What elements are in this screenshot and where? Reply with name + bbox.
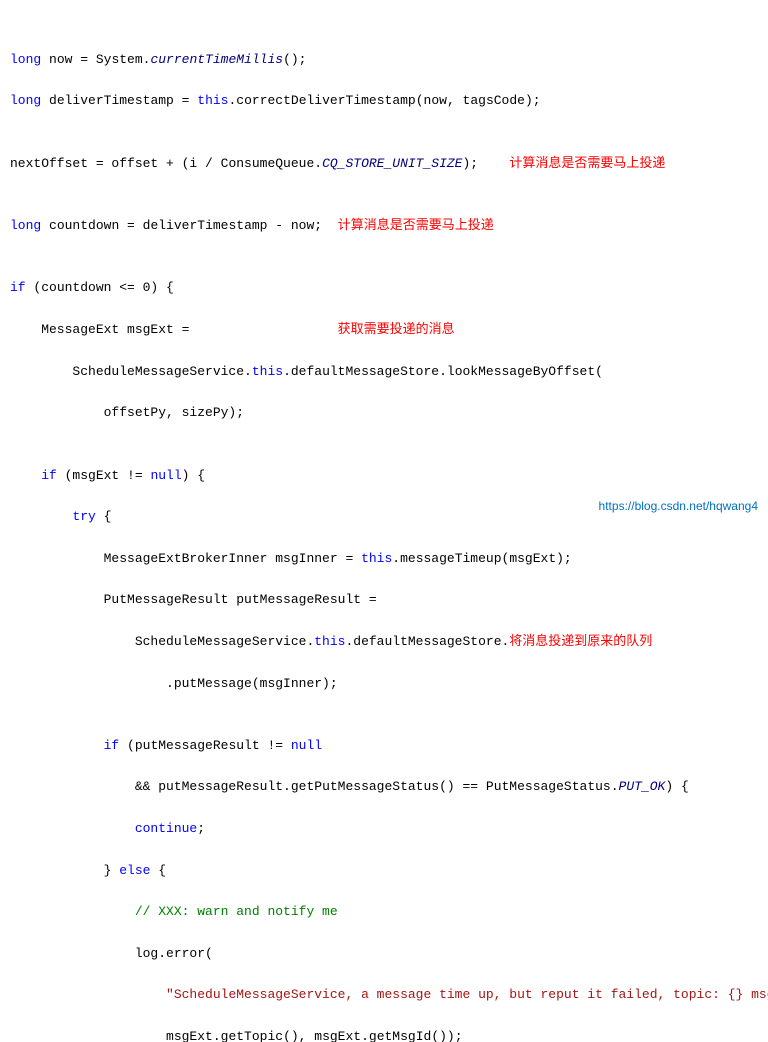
code-line-1: long now = System.currentTimeMillis();	[10, 50, 758, 71]
code-line-18: .putMessage(msgInner);	[10, 674, 758, 695]
code-line-8: if (countdown <= 0) {	[10, 278, 758, 299]
code-line-26: "ScheduleMessageService, a message time …	[10, 985, 758, 1006]
code-line-21: && putMessageResult.getPutMessageStatus(…	[10, 777, 758, 798]
code-line-24: // XXX: warn and notify me	[10, 902, 758, 923]
code-line-22: continue;	[10, 819, 758, 840]
code-line-6: long countdown = deliverTimestamp - now;…	[10, 216, 758, 237]
code-line-9: MessageExt msgExt = 获取需要投递的消息	[10, 320, 758, 341]
watermark: https://blog.csdn.net/hqwang4	[599, 499, 758, 513]
code-line-27: msgExt.getTopic(), msgExt.getMsgId());	[10, 1027, 758, 1042]
code-line-10: ScheduleMessageService.this.defaultMessa…	[10, 362, 758, 383]
code-line-4: nextOffset = offset + (i / ConsumeQueue.…	[10, 154, 758, 175]
code-line-16: PutMessageResult putMessageResult =	[10, 590, 758, 611]
code-line-23: } else {	[10, 861, 758, 882]
code-line-20: if (putMessageResult != null	[10, 736, 758, 757]
code-line-25: log.error(	[10, 944, 758, 965]
code-line-15: MessageExtBrokerInner msgInner = this.me…	[10, 549, 758, 570]
code-line-13: if (msgExt != null) {	[10, 466, 758, 487]
code-line-2: long deliverTimestamp = this.correctDeli…	[10, 91, 758, 112]
code-editor: long now = System.currentTimeMillis(); l…	[0, 0, 768, 521]
code-line-17: ScheduleMessageService.this.defaultMessa…	[10, 632, 758, 653]
code-line-11: offsetPy, sizePy);	[10, 403, 758, 424]
